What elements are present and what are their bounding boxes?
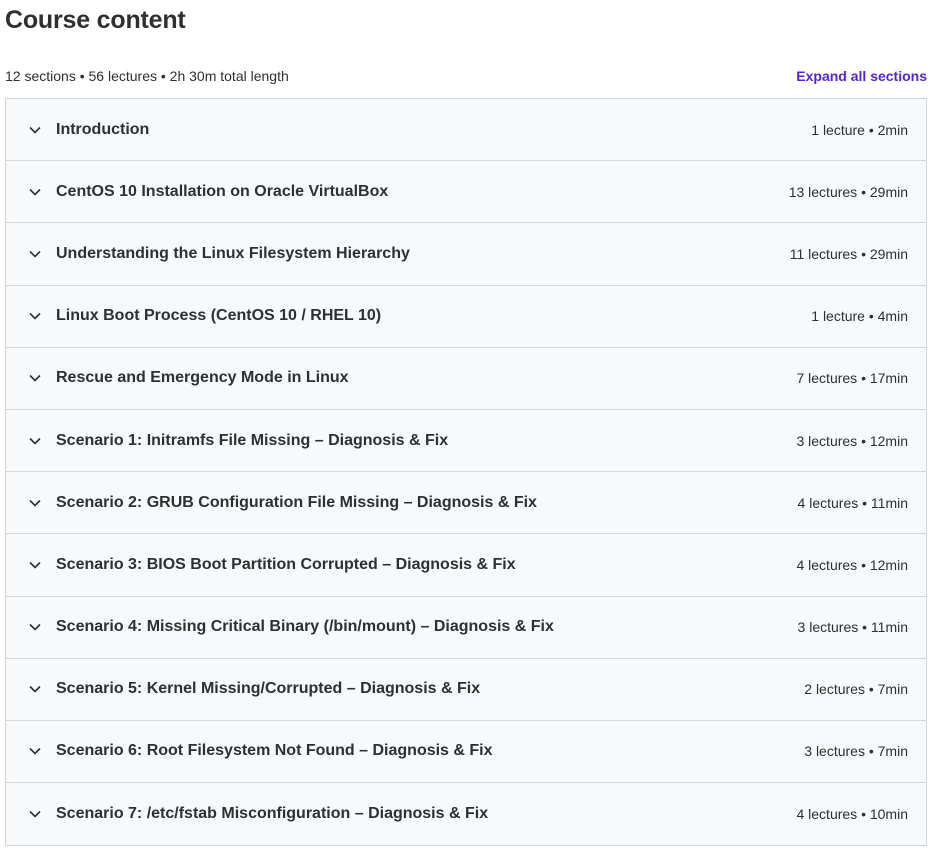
sections-accordion: Introduction 1 lecture • 2min CentOS 10 … [5, 98, 927, 847]
chevron-down-icon [28, 247, 42, 261]
chevron-down-icon [28, 309, 42, 323]
section-meta: 11 lectures • 29min [789, 245, 908, 262]
section-title: Understanding the Linux Filesystem Hiera… [56, 244, 410, 262]
section-meta: 3 lectures • 11min [797, 619, 908, 636]
section-meta: 4 lectures • 10min [796, 806, 908, 823]
section-header[interactable]: Rescue and Emergency Mode in Linux 7 lec… [6, 347, 926, 410]
section-title: Introduction [56, 120, 150, 138]
chevron-down-icon [28, 185, 42, 199]
section-meta: 3 lectures • 12min [796, 432, 908, 449]
section-header[interactable]: Scenario 2: GRUB Configuration File Miss… [6, 472, 926, 535]
chevron-down-icon [28, 620, 42, 634]
chevron-down-icon [28, 807, 42, 821]
section-meta: 4 lectures • 12min [796, 556, 908, 573]
chevron-down-icon [28, 371, 42, 385]
course-summary: 12 sections • 56 lectures • 2h 30m total… [5, 68, 289, 84]
section-meta: 3 lectures • 7min [804, 743, 908, 760]
section-header[interactable]: Scenario 4: Missing Critical Binary (/bi… [6, 596, 926, 659]
section-meta: 4 lectures • 11min [797, 494, 908, 511]
section-title: CentOS 10 Installation on Oracle Virtual… [56, 182, 389, 200]
section-header[interactable]: Scenario 7: /etc/fstab Misconfiguration … [6, 783, 926, 846]
section-title: Scenario 7: /etc/fstab Misconfiguration … [56, 805, 489, 823]
chevron-down-icon [28, 682, 42, 696]
section-title: Scenario 5: Kernel Missing/Corrupted – D… [56, 680, 481, 698]
section-meta: 13 lectures • 29min [788, 183, 908, 200]
chevron-down-icon [28, 434, 42, 448]
section-header[interactable]: CentOS 10 Installation on Oracle Virtual… [6, 161, 926, 224]
expand-all-sections-button[interactable]: Expand all sections [796, 68, 927, 84]
section-title: Rescue and Emergency Mode in Linux [56, 369, 349, 387]
section-header[interactable]: Scenario 6: Root Filesystem Not Found – … [6, 720, 926, 784]
chevron-down-icon [28, 744, 42, 758]
section-header[interactable]: Understanding the Linux Filesystem Hiera… [6, 223, 926, 286]
section-title: Scenario 1: Initramfs File Missing – Dia… [56, 431, 449, 449]
section-header[interactable]: Scenario 1: Initramfs File Missing – Dia… [6, 409, 926, 473]
section-title: Scenario 2: GRUB Configuration File Miss… [56, 493, 537, 511]
section-header[interactable]: Scenario 5: Kernel Missing/Corrupted – D… [6, 658, 926, 721]
section-title: Scenario 4: Missing Critical Binary (/bi… [56, 618, 554, 636]
page-title: Course content [5, 6, 186, 34]
section-header[interactable]: Introduction 1 lecture • 2min [6, 99, 926, 162]
chevron-down-icon [28, 123, 42, 137]
chevron-down-icon [28, 558, 42, 572]
section-meta: 2 lectures • 7min [804, 681, 908, 698]
section-meta: 7 lectures • 17min [796, 370, 908, 387]
section-header[interactable]: Scenario 3: BIOS Boot Partition Corrupte… [6, 534, 926, 597]
section-title: Scenario 3: BIOS Boot Partition Corrupte… [56, 555, 516, 573]
section-title: Linux Boot Process (CentOS 10 / RHEL 10) [56, 307, 382, 325]
section-meta: 1 lecture • 2min [811, 121, 908, 138]
course-summary-row: 12 sections • 56 lectures • 2h 30m total… [5, 65, 927, 87]
section-header[interactable]: Linux Boot Process (CentOS 10 / RHEL 10)… [6, 285, 926, 348]
chevron-down-icon [28, 496, 42, 510]
section-meta: 1 lecture • 4min [811, 308, 908, 325]
section-title: Scenario 6: Root Filesystem Not Found – … [56, 742, 493, 760]
